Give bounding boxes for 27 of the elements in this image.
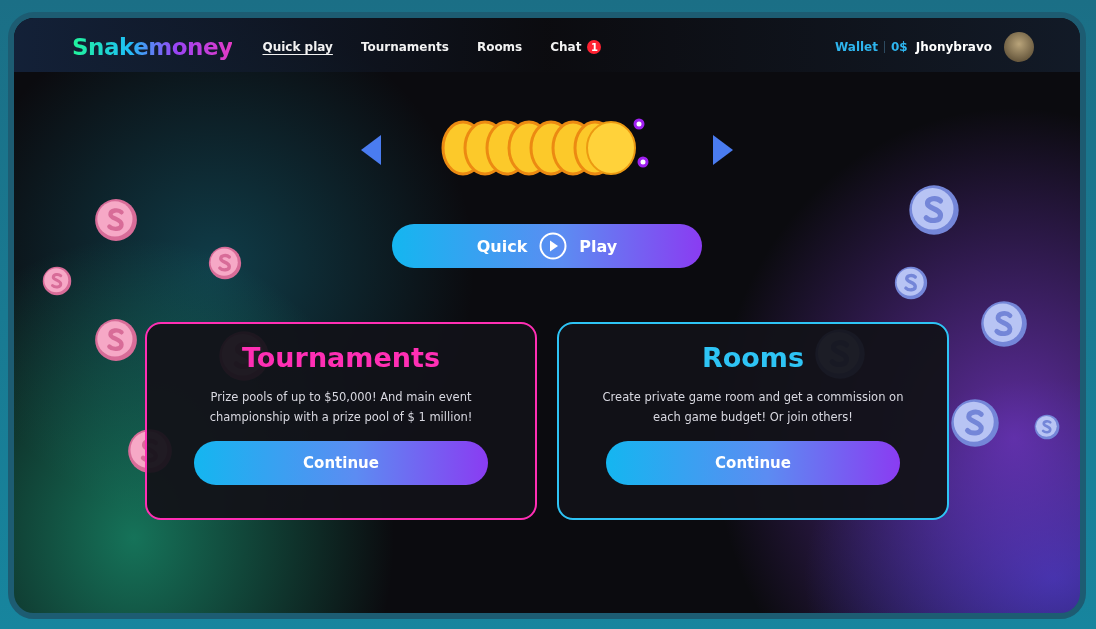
card-description: Prize pools of up to $50,000! And main event championship with a prize pool of $ 1 million! (208, 389, 474, 426)
next-arrow[interactable] (711, 133, 735, 167)
coin-icon (1034, 414, 1060, 440)
wallet-label[interactable]: Wallet (835, 40, 878, 54)
coin-icon (950, 398, 1000, 448)
coin-icon (94, 198, 138, 242)
card-title: Rooms (701, 342, 805, 373)
card-title: Tournaments (242, 342, 440, 373)
username[interactable]: Jhonybravo (915, 40, 992, 54)
nav-link[interactable]: Chat 1 (550, 40, 602, 54)
coin-icon (208, 246, 242, 280)
nav-link[interactable]: Tournaments (360, 40, 449, 54)
logo[interactable]: Snakemoney (72, 34, 233, 60)
previous-arrow[interactable] (359, 133, 383, 167)
coin-icon (42, 266, 72, 296)
play-icon (539, 232, 568, 260)
coin-icon (94, 318, 138, 362)
card-description: Create private game room and get a commission on each game budget! Or join others! (601, 389, 905, 426)
coin-icon (894, 266, 928, 300)
nav-link[interactable]: Quick play (262, 40, 333, 54)
coin-icon (908, 184, 960, 236)
quick-play-button[interactable]: Quick Play (392, 224, 702, 268)
coin-icon (980, 300, 1028, 348)
wallet-balance: 0$ (891, 40, 908, 54)
notification-badge: 1 (587, 40, 602, 54)
avatar[interactable] (1004, 32, 1034, 62)
nav-link[interactable]: Rooms (476, 40, 523, 54)
